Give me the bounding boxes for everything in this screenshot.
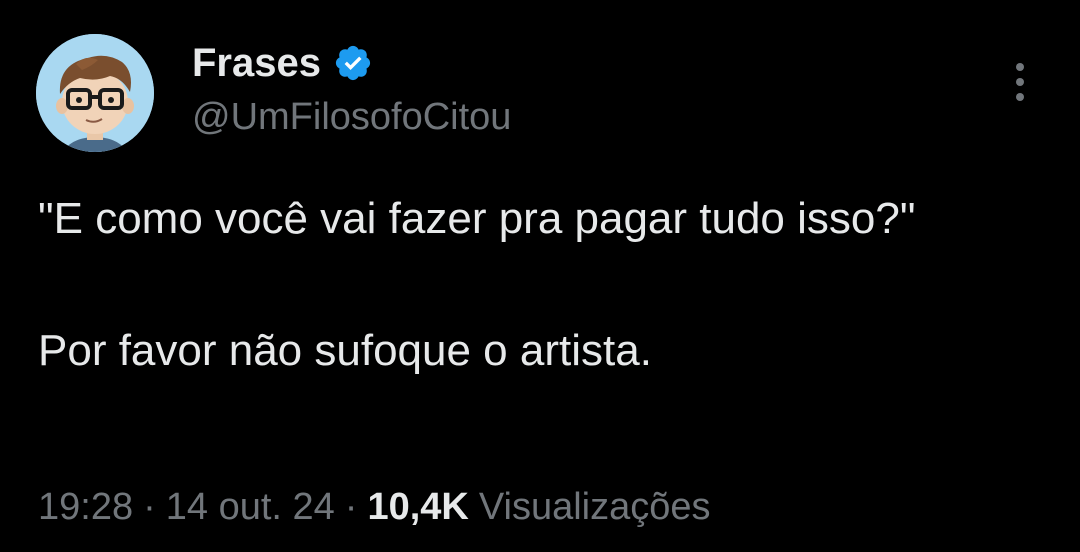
more-vertical-icon-dot xyxy=(1016,93,1024,101)
tweet-text: "E como você vai fazer pra pagar tudo is… xyxy=(38,186,1048,384)
more-vertical-icon-dot xyxy=(1016,78,1024,86)
avatar-image xyxy=(36,34,154,152)
more-options-button[interactable] xyxy=(998,58,1042,106)
tweet-meta: 19:28 · 14 out. 24 · 10,4K Visualizações xyxy=(38,484,711,530)
avatar[interactable] xyxy=(36,34,154,152)
tweet-paragraph: Por favor não sufoque o artista. xyxy=(38,326,652,375)
display-name[interactable]: Frases xyxy=(192,38,321,88)
tweet-date[interactable]: 14 out. 24 xyxy=(166,486,335,528)
more-vertical-icon xyxy=(1016,63,1024,71)
tweet: Frases @UmFilosofoCitou "E como você vai… xyxy=(0,0,1080,552)
views-label: Visualizações xyxy=(478,486,711,528)
tweet-paragraph: "E como você vai fazer pra pagar tudo is… xyxy=(38,194,916,243)
separator: · xyxy=(143,486,156,528)
verified-badge-icon[interactable] xyxy=(333,43,373,83)
separator: · xyxy=(344,486,358,528)
author-name-row: Frases xyxy=(192,38,373,88)
views-count[interactable]: 10,4K xyxy=(367,486,468,528)
author-handle[interactable]: @UmFilosofoCitou xyxy=(192,94,511,140)
tweet-time[interactable]: 19:28 xyxy=(38,486,133,528)
